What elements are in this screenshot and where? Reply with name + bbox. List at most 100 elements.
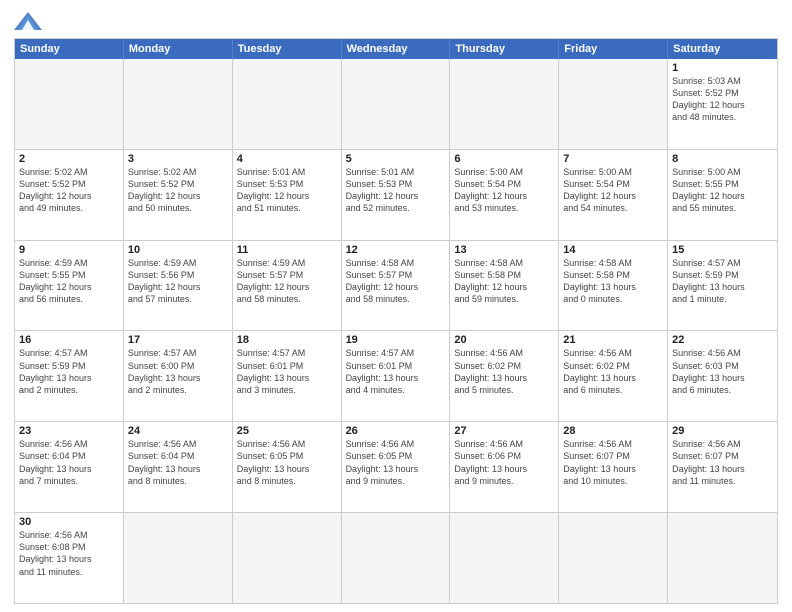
day-info: Sunrise: 4:56 AM Sunset: 6:05 PM Dayligh… bbox=[346, 438, 446, 487]
cal-cell: 26Sunrise: 4:56 AM Sunset: 6:05 PM Dayli… bbox=[342, 422, 451, 512]
cal-cell: 13Sunrise: 4:58 AM Sunset: 5:58 PM Dayli… bbox=[450, 241, 559, 331]
cal-row-4: 23Sunrise: 4:56 AM Sunset: 6:04 PM Dayli… bbox=[15, 421, 777, 512]
cal-header-sunday: Sunday bbox=[15, 39, 124, 59]
cal-cell bbox=[559, 59, 668, 149]
cal-cell: 10Sunrise: 4:59 AM Sunset: 5:56 PM Dayli… bbox=[124, 241, 233, 331]
cal-cell: 20Sunrise: 4:56 AM Sunset: 6:02 PM Dayli… bbox=[450, 331, 559, 421]
cal-cell: 18Sunrise: 4:57 AM Sunset: 6:01 PM Dayli… bbox=[233, 331, 342, 421]
calendar-body: 1Sunrise: 5:03 AM Sunset: 5:52 PM Daylig… bbox=[15, 59, 777, 603]
cal-cell: 12Sunrise: 4:58 AM Sunset: 5:57 PM Dayli… bbox=[342, 241, 451, 331]
day-number: 7 bbox=[563, 153, 663, 165]
day-number: 6 bbox=[454, 153, 554, 165]
cal-header-monday: Monday bbox=[124, 39, 233, 59]
cal-row-3: 16Sunrise: 4:57 AM Sunset: 5:59 PM Dayli… bbox=[15, 330, 777, 421]
day-info: Sunrise: 4:57 AM Sunset: 5:59 PM Dayligh… bbox=[19, 347, 119, 396]
cal-cell: 5Sunrise: 5:01 AM Sunset: 5:53 PM Daylig… bbox=[342, 150, 451, 240]
cal-cell: 15Sunrise: 4:57 AM Sunset: 5:59 PM Dayli… bbox=[668, 241, 777, 331]
cal-header-saturday: Saturday bbox=[668, 39, 777, 59]
logo bbox=[14, 10, 46, 32]
day-number: 10 bbox=[128, 244, 228, 256]
day-number: 26 bbox=[346, 425, 446, 437]
cal-header-friday: Friday bbox=[559, 39, 668, 59]
day-number: 9 bbox=[19, 244, 119, 256]
cal-cell: 28Sunrise: 4:56 AM Sunset: 6:07 PM Dayli… bbox=[559, 422, 668, 512]
day-number: 23 bbox=[19, 425, 119, 437]
day-number: 30 bbox=[19, 516, 119, 528]
day-info: Sunrise: 4:57 AM Sunset: 6:00 PM Dayligh… bbox=[128, 347, 228, 396]
calendar: SundayMondayTuesdayWednesdayThursdayFrid… bbox=[14, 38, 778, 604]
day-number: 21 bbox=[563, 334, 663, 346]
header bbox=[14, 10, 778, 32]
cal-cell bbox=[450, 59, 559, 149]
day-info: Sunrise: 4:56 AM Sunset: 6:04 PM Dayligh… bbox=[19, 438, 119, 487]
cal-cell bbox=[15, 59, 124, 149]
day-number: 11 bbox=[237, 244, 337, 256]
cal-cell: 19Sunrise: 4:57 AM Sunset: 6:01 PM Dayli… bbox=[342, 331, 451, 421]
cal-cell: 3Sunrise: 5:02 AM Sunset: 5:52 PM Daylig… bbox=[124, 150, 233, 240]
day-number: 25 bbox=[237, 425, 337, 437]
day-number: 18 bbox=[237, 334, 337, 346]
cal-row-5: 30Sunrise: 4:56 AM Sunset: 6:08 PM Dayli… bbox=[15, 512, 777, 603]
calendar-header-row: SundayMondayTuesdayWednesdayThursdayFrid… bbox=[15, 39, 777, 59]
cal-row-0: 1Sunrise: 5:03 AM Sunset: 5:52 PM Daylig… bbox=[15, 59, 777, 149]
day-info: Sunrise: 5:02 AM Sunset: 5:52 PM Dayligh… bbox=[19, 166, 119, 215]
cal-cell bbox=[233, 513, 342, 603]
day-number: 5 bbox=[346, 153, 446, 165]
cal-cell: 30Sunrise: 4:56 AM Sunset: 6:08 PM Dayli… bbox=[15, 513, 124, 603]
day-info: Sunrise: 5:02 AM Sunset: 5:52 PM Dayligh… bbox=[128, 166, 228, 215]
day-info: Sunrise: 4:56 AM Sunset: 6:07 PM Dayligh… bbox=[563, 438, 663, 487]
day-info: Sunrise: 4:59 AM Sunset: 5:56 PM Dayligh… bbox=[128, 257, 228, 306]
cal-cell: 6Sunrise: 5:00 AM Sunset: 5:54 PM Daylig… bbox=[450, 150, 559, 240]
day-info: Sunrise: 5:03 AM Sunset: 5:52 PM Dayligh… bbox=[672, 75, 773, 124]
day-info: Sunrise: 4:56 AM Sunset: 6:07 PM Dayligh… bbox=[672, 438, 773, 487]
day-info: Sunrise: 4:56 AM Sunset: 6:02 PM Dayligh… bbox=[454, 347, 554, 396]
cal-cell bbox=[124, 513, 233, 603]
cal-cell bbox=[233, 59, 342, 149]
cal-cell: 29Sunrise: 4:56 AM Sunset: 6:07 PM Dayli… bbox=[668, 422, 777, 512]
cal-cell: 8Sunrise: 5:00 AM Sunset: 5:55 PM Daylig… bbox=[668, 150, 777, 240]
day-number: 20 bbox=[454, 334, 554, 346]
cal-cell: 4Sunrise: 5:01 AM Sunset: 5:53 PM Daylig… bbox=[233, 150, 342, 240]
cal-cell: 23Sunrise: 4:56 AM Sunset: 6:04 PM Dayli… bbox=[15, 422, 124, 512]
day-info: Sunrise: 4:56 AM Sunset: 6:04 PM Dayligh… bbox=[128, 438, 228, 487]
day-info: Sunrise: 5:00 AM Sunset: 5:55 PM Dayligh… bbox=[672, 166, 773, 215]
cal-cell: 24Sunrise: 4:56 AM Sunset: 6:04 PM Dayli… bbox=[124, 422, 233, 512]
day-number: 14 bbox=[563, 244, 663, 256]
cal-cell: 14Sunrise: 4:58 AM Sunset: 5:58 PM Dayli… bbox=[559, 241, 668, 331]
day-info: Sunrise: 4:57 AM Sunset: 5:59 PM Dayligh… bbox=[672, 257, 773, 306]
cal-header-thursday: Thursday bbox=[450, 39, 559, 59]
page: SundayMondayTuesdayWednesdayThursdayFrid… bbox=[0, 0, 792, 612]
cal-cell: 21Sunrise: 4:56 AM Sunset: 6:02 PM Dayli… bbox=[559, 331, 668, 421]
day-info: Sunrise: 5:00 AM Sunset: 5:54 PM Dayligh… bbox=[454, 166, 554, 215]
day-info: Sunrise: 5:01 AM Sunset: 5:53 PM Dayligh… bbox=[346, 166, 446, 215]
day-number: 24 bbox=[128, 425, 228, 437]
cal-row-2: 9Sunrise: 4:59 AM Sunset: 5:55 PM Daylig… bbox=[15, 240, 777, 331]
cal-cell: 2Sunrise: 5:02 AM Sunset: 5:52 PM Daylig… bbox=[15, 150, 124, 240]
day-info: Sunrise: 4:56 AM Sunset: 6:02 PM Dayligh… bbox=[563, 347, 663, 396]
day-info: Sunrise: 4:56 AM Sunset: 6:06 PM Dayligh… bbox=[454, 438, 554, 487]
day-number: 8 bbox=[672, 153, 773, 165]
cal-cell: 9Sunrise: 4:59 AM Sunset: 5:55 PM Daylig… bbox=[15, 241, 124, 331]
day-info: Sunrise: 4:59 AM Sunset: 5:55 PM Dayligh… bbox=[19, 257, 119, 306]
cal-cell: 7Sunrise: 5:00 AM Sunset: 5:54 PM Daylig… bbox=[559, 150, 668, 240]
day-info: Sunrise: 5:01 AM Sunset: 5:53 PM Dayligh… bbox=[237, 166, 337, 215]
day-number: 15 bbox=[672, 244, 773, 256]
day-number: 13 bbox=[454, 244, 554, 256]
cal-row-1: 2Sunrise: 5:02 AM Sunset: 5:52 PM Daylig… bbox=[15, 149, 777, 240]
cal-cell: 25Sunrise: 4:56 AM Sunset: 6:05 PM Dayli… bbox=[233, 422, 342, 512]
day-info: Sunrise: 4:56 AM Sunset: 6:08 PM Dayligh… bbox=[19, 529, 119, 578]
day-info: Sunrise: 4:58 AM Sunset: 5:58 PM Dayligh… bbox=[454, 257, 554, 306]
cal-cell: 11Sunrise: 4:59 AM Sunset: 5:57 PM Dayli… bbox=[233, 241, 342, 331]
cal-cell: 1Sunrise: 5:03 AM Sunset: 5:52 PM Daylig… bbox=[668, 59, 777, 149]
day-info: Sunrise: 4:58 AM Sunset: 5:58 PM Dayligh… bbox=[563, 257, 663, 306]
cal-cell bbox=[124, 59, 233, 149]
day-number: 1 bbox=[672, 62, 773, 74]
cal-cell bbox=[450, 513, 559, 603]
cal-cell bbox=[559, 513, 668, 603]
cal-cell: 27Sunrise: 4:56 AM Sunset: 6:06 PM Dayli… bbox=[450, 422, 559, 512]
day-info: Sunrise: 5:00 AM Sunset: 5:54 PM Dayligh… bbox=[563, 166, 663, 215]
day-number: 19 bbox=[346, 334, 446, 346]
day-number: 4 bbox=[237, 153, 337, 165]
day-number: 29 bbox=[672, 425, 773, 437]
day-info: Sunrise: 4:56 AM Sunset: 6:03 PM Dayligh… bbox=[672, 347, 773, 396]
